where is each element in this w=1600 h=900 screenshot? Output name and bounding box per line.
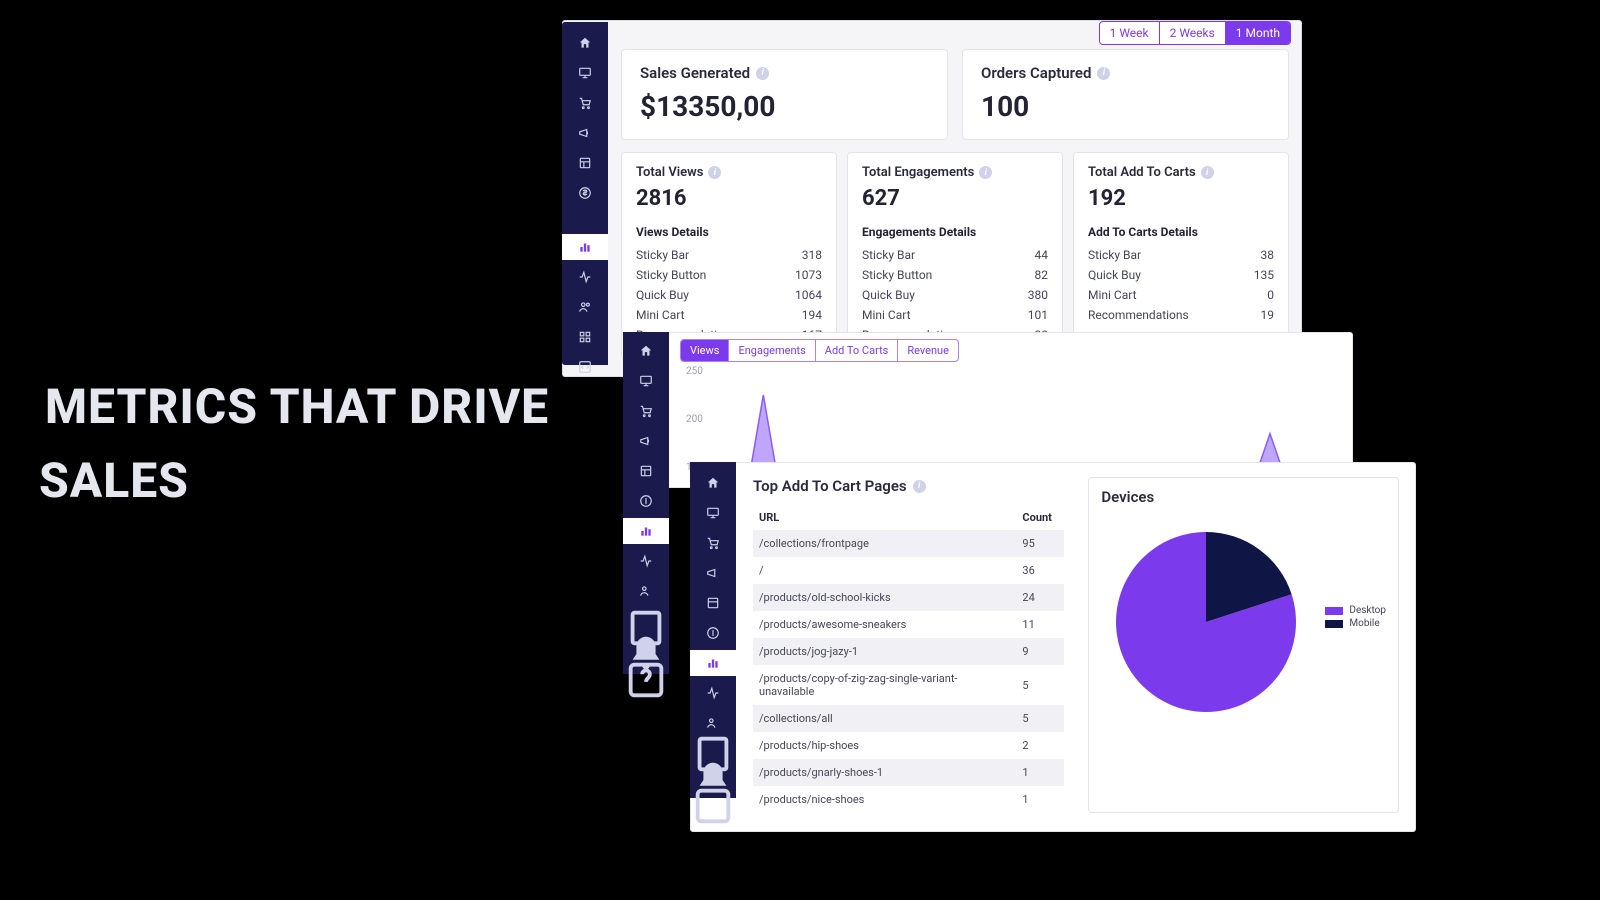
metric-row: Quick Buy1064 bbox=[636, 285, 822, 305]
info-icon[interactable]: i bbox=[979, 166, 992, 179]
table-row: /products/awesome-sneakers11 bbox=[753, 611, 1064, 638]
orders-title: Orders Captured bbox=[981, 64, 1091, 82]
cart-icon[interactable] bbox=[562, 90, 608, 116]
metrics-dashboard-panel: 1 Week 2 Weeks 1 Month Sales Generated i … bbox=[562, 20, 1302, 377]
info-icon[interactable]: i bbox=[708, 166, 721, 179]
headline-line-1: METRICS THAT DRIVE bbox=[45, 370, 549, 444]
table-row: /products/hip-shoes2 bbox=[753, 732, 1064, 759]
range-1-month[interactable]: 1 Month bbox=[1226, 22, 1290, 44]
tab-revenue[interactable]: Revenue bbox=[898, 340, 958, 361]
metric-row: Quick Buy380 bbox=[862, 285, 1048, 305]
top-pages-card: Top Add To Cart Pagesi URL Count /collec… bbox=[753, 477, 1064, 813]
dollar-icon[interactable] bbox=[562, 180, 608, 206]
tab-views[interactable]: Views bbox=[681, 340, 729, 361]
activity-icon[interactable] bbox=[690, 680, 736, 706]
devices-pie-chart bbox=[1101, 522, 1311, 712]
table-row: /products/jog-jazy-19 bbox=[753, 638, 1064, 665]
cart-icon[interactable] bbox=[623, 398, 669, 424]
table-row: /products/gnarly-shoes-11 bbox=[753, 759, 1064, 786]
home-icon[interactable] bbox=[623, 338, 669, 364]
table-row: /products/copy-of-zig-zag-single-variant… bbox=[753, 665, 1064, 705]
home-icon[interactable] bbox=[562, 30, 608, 56]
metric-row: Mini Cart0 bbox=[1088, 285, 1274, 305]
chart-tabs[interactable]: Views Engagements Add To Carts Revenue bbox=[680, 339, 959, 362]
table-row: /products/old-school-kicks24 bbox=[753, 584, 1064, 611]
tab-engagements[interactable]: Engagements bbox=[729, 340, 815, 361]
col-url: URL bbox=[753, 505, 1016, 530]
metric-row: Recommendations19 bbox=[1088, 305, 1274, 325]
top-pages-table: URL Count /collections/frontpage95/36/pr… bbox=[753, 505, 1064, 813]
dollar-icon[interactable] bbox=[623, 488, 669, 514]
orders-captured-card: Orders Captured i 100 bbox=[962, 49, 1289, 140]
sidebar-1 bbox=[562, 22, 608, 228]
info-icon[interactable]: i bbox=[1097, 67, 1110, 80]
sidebar-2-bottom bbox=[623, 614, 669, 674]
metric-row: Sticky Button1073 bbox=[636, 265, 822, 285]
users-icon[interactable] bbox=[623, 578, 669, 604]
table-row: /collections/frontpage95 bbox=[753, 530, 1064, 557]
monitor-icon[interactable] bbox=[690, 500, 736, 526]
code-icon[interactable] bbox=[562, 354, 608, 380]
table-row: /collections/all5 bbox=[753, 705, 1064, 732]
metric-row: Sticky Bar38 bbox=[1088, 245, 1274, 265]
total-views-card: Total Viewsi 2816 Views Details Sticky B… bbox=[621, 152, 837, 360]
dollar-icon[interactable] bbox=[690, 620, 736, 646]
metric-row: Sticky Button82 bbox=[862, 265, 1048, 285]
info-icon[interactable]: i bbox=[913, 480, 926, 493]
activity-icon[interactable] bbox=[562, 264, 608, 290]
megaphone-icon[interactable] bbox=[690, 560, 736, 586]
sidebar-1-lower bbox=[562, 228, 608, 365]
analytics-icon[interactable] bbox=[562, 234, 608, 260]
metric-row: Sticky Bar44 bbox=[862, 245, 1048, 265]
help-icon[interactable] bbox=[623, 668, 669, 692]
activity-icon[interactable] bbox=[623, 548, 669, 574]
megaphone-icon[interactable] bbox=[562, 120, 608, 146]
metric-row: Sticky Bar318 bbox=[636, 245, 822, 265]
monitor-icon[interactable] bbox=[623, 368, 669, 394]
cart-icon[interactable] bbox=[690, 530, 736, 556]
metric-row: Quick Buy135 bbox=[1088, 265, 1274, 285]
analytics-icon[interactable] bbox=[690, 650, 736, 676]
total-engagements-card: Total Engagementsi 627 Engagements Detai… bbox=[847, 152, 1063, 360]
metric-row: Mini Cart194 bbox=[636, 305, 822, 325]
layout-icon[interactable] bbox=[562, 150, 608, 176]
bottom-panel: Top Add To Cart Pagesi URL Count /collec… bbox=[690, 462, 1416, 832]
sales-title: Sales Generated bbox=[640, 64, 750, 82]
table-row: /36 bbox=[753, 557, 1064, 584]
headline: METRICS THAT DRIVE SALES bbox=[45, 370, 549, 519]
layout-icon[interactable] bbox=[623, 458, 669, 484]
apps-icon[interactable] bbox=[562, 324, 608, 350]
info-icon[interactable]: i bbox=[756, 67, 769, 80]
orders-value: 100 bbox=[981, 90, 1270, 123]
monitor-icon[interactable] bbox=[562, 60, 608, 86]
tab-add-to-carts[interactable]: Add To Carts bbox=[816, 340, 899, 361]
layout-icon[interactable] bbox=[690, 590, 736, 616]
users-icon[interactable] bbox=[562, 294, 608, 320]
help-icon[interactable] bbox=[690, 794, 736, 818]
sales-generated-card: Sales Generated i $13350,00 bbox=[621, 49, 948, 140]
range-1-week[interactable]: 1 Week bbox=[1100, 22, 1160, 44]
home-icon[interactable] bbox=[690, 470, 736, 496]
table-row: /products/nice-shoes1 bbox=[753, 786, 1064, 813]
devices-legend: Desktop Mobile bbox=[1325, 603, 1386, 631]
sidebar-3-bottom bbox=[690, 740, 736, 798]
analytics-icon[interactable] bbox=[623, 518, 669, 544]
headline-line-2: SALES bbox=[39, 444, 549, 518]
total-atc-card: Total Add To Cartsi 192 Add To Carts Det… bbox=[1073, 152, 1289, 360]
devices-card: Devices Desktop Mobile bbox=[1088, 477, 1399, 813]
info-icon[interactable]: i bbox=[1201, 166, 1214, 179]
date-range-toggle[interactable]: 1 Week 2 Weeks 1 Month bbox=[1099, 21, 1291, 45]
megaphone-icon[interactable] bbox=[623, 428, 669, 454]
range-2-weeks[interactable]: 2 Weeks bbox=[1160, 22, 1226, 44]
metric-row: Mini Cart101 bbox=[862, 305, 1048, 325]
sales-value: $13350,00 bbox=[640, 90, 929, 123]
col-count: Count bbox=[1016, 505, 1064, 530]
